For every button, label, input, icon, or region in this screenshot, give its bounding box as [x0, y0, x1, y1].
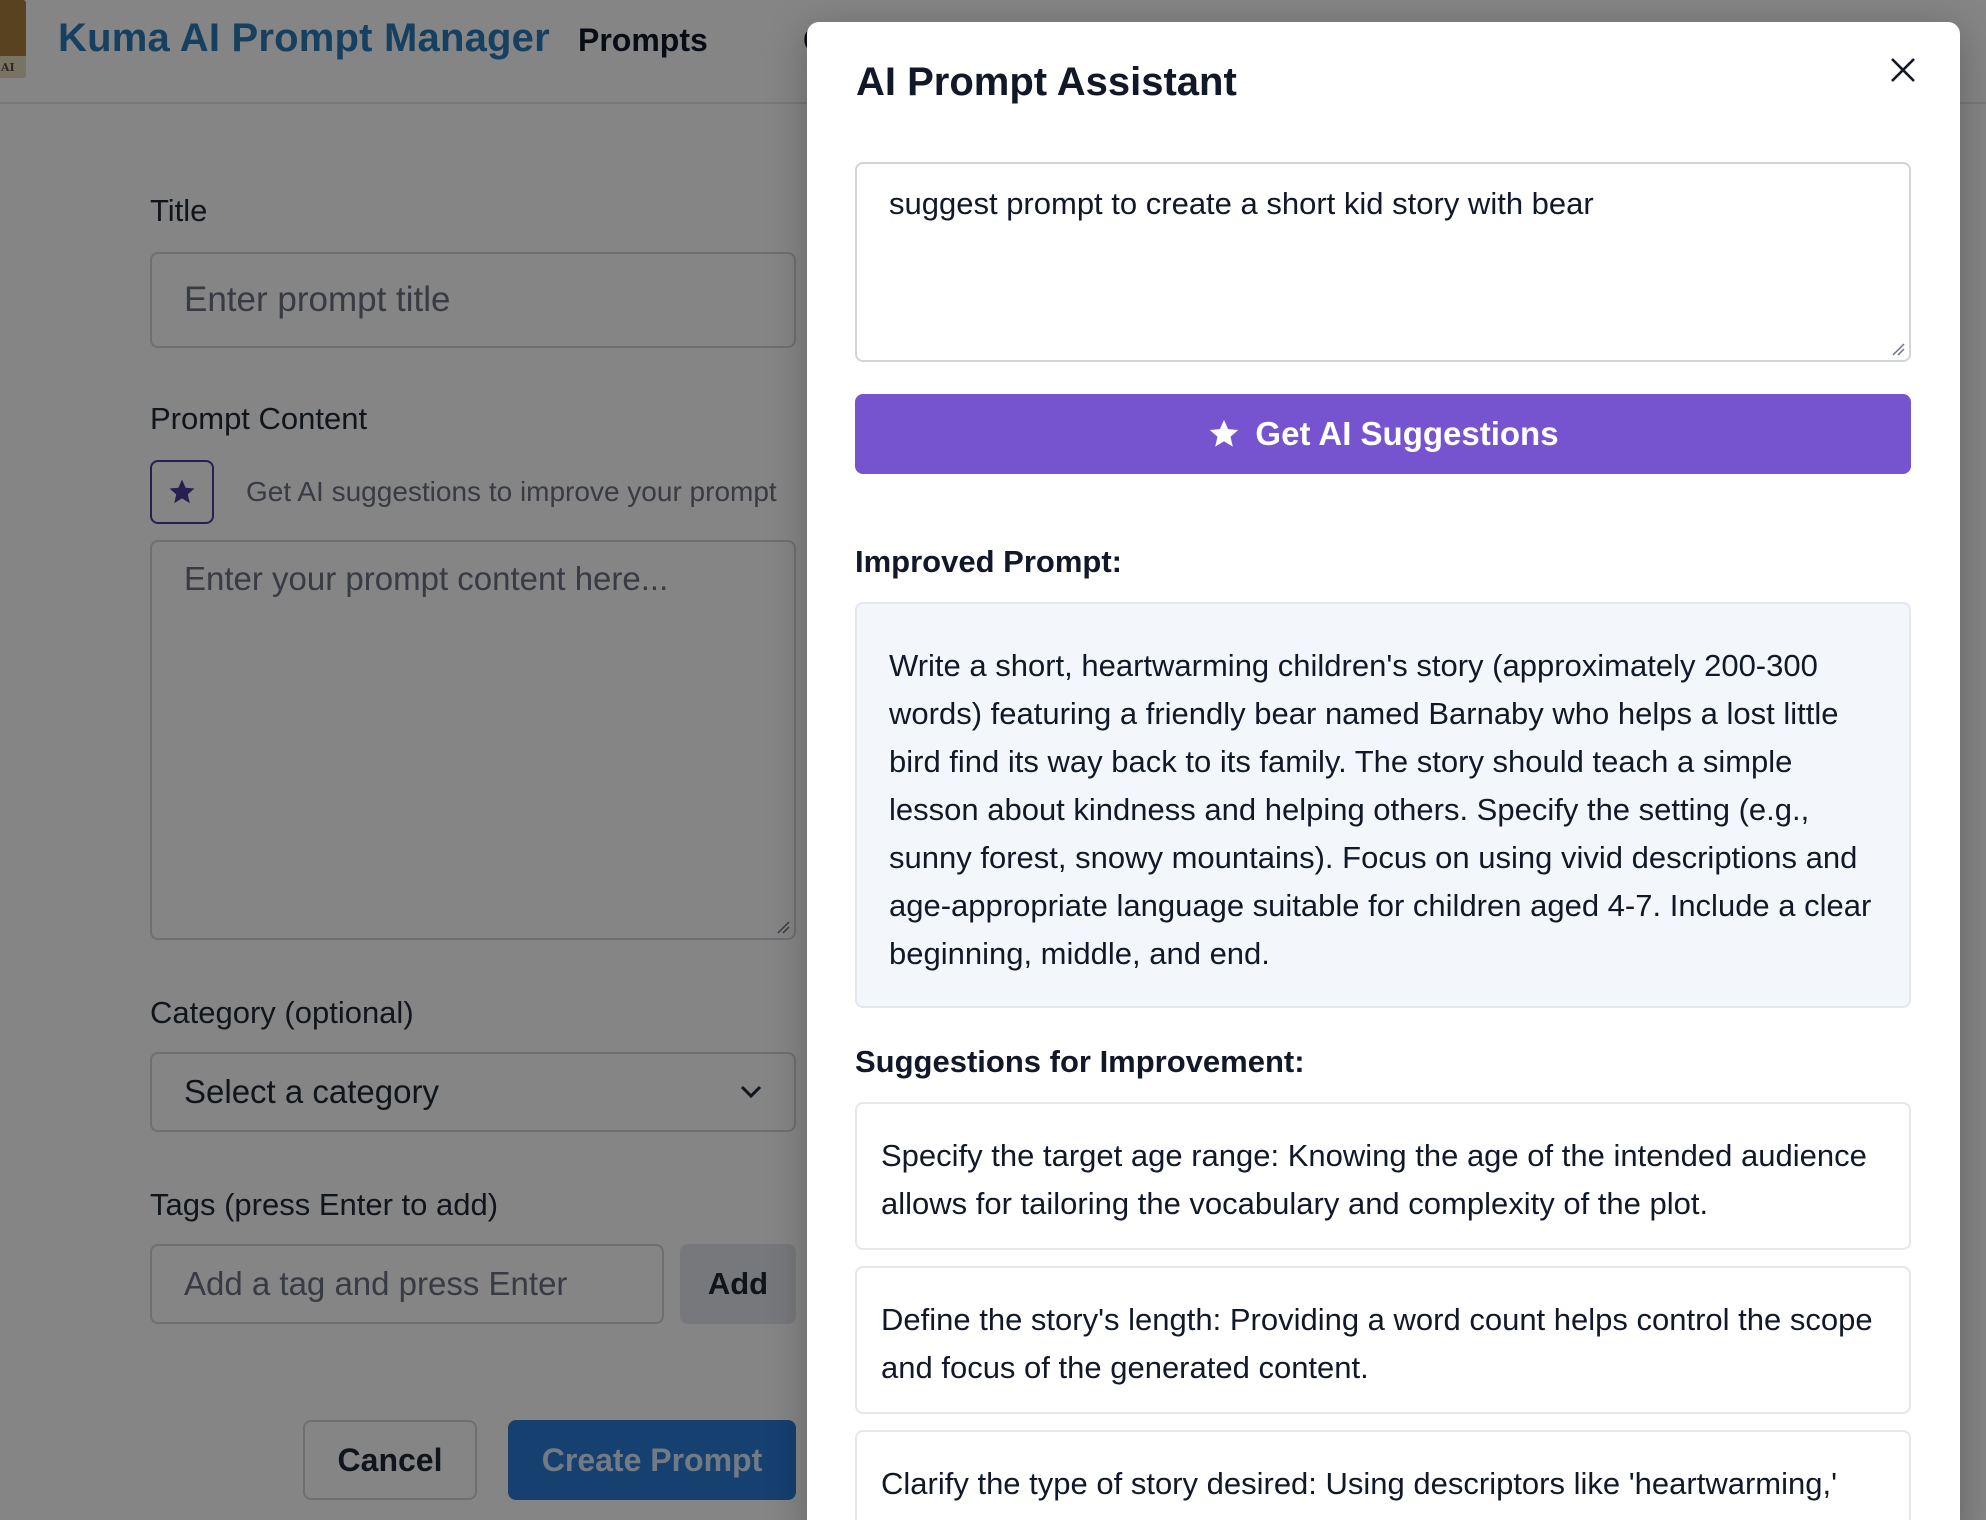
get-ai-suggestions-button[interactable]: Get AI Suggestions — [855, 394, 1911, 474]
ai-prompt-assistant-modal: AI Prompt Assistant suggest prompt to cr… — [807, 22, 1960, 1520]
get-ai-suggestions-label: Get AI Suggestions — [1255, 415, 1559, 452]
suggestion-item[interactable]: Specify the target age range: Knowing th… — [855, 1102, 1911, 1250]
suggestions-heading: Suggestions for Improvement: — [855, 1044, 1305, 1079]
star-icon — [1210, 419, 1239, 447]
suggestion-item[interactable]: Define the story's length: Providing a w… — [855, 1266, 1911, 1414]
assistant-query-textarea[interactable]: suggest prompt to create a short kid sto… — [855, 162, 1911, 362]
improved-prompt-heading: Improved Prompt: — [855, 544, 1122, 579]
logo-text: AI — [1, 61, 15, 74]
improved-prompt-text: Write a short, heartwarming children's s… — [855, 602, 1911, 1008]
resize-handle-icon[interactable] — [1891, 342, 1905, 356]
close-button[interactable] — [1883, 50, 1923, 90]
close-icon — [1891, 58, 1915, 82]
modal-title: AI Prompt Assistant — [856, 60, 1237, 104]
assistant-query-value: suggest prompt to create a short kid sto… — [889, 186, 1594, 221]
suggestion-item[interactable]: Clarify the type of story desired: Using… — [855, 1430, 1911, 1520]
